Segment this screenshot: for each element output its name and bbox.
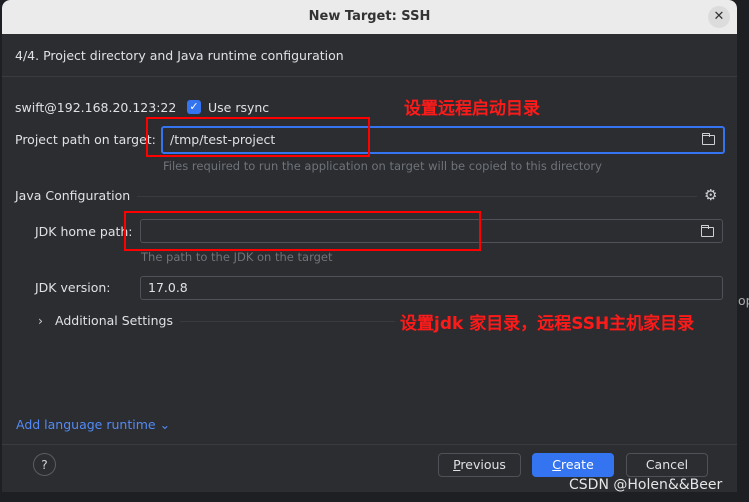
annotation-box-project xyxy=(146,117,370,157)
use-rsync-label: Use rsync xyxy=(208,100,270,115)
add-language-runtime-link[interactable]: Add language runtime ⌄ xyxy=(16,417,170,432)
divider xyxy=(2,444,737,445)
cancel-button[interactable]: Cancel xyxy=(626,453,708,477)
annotation-project: 设置远程启动目录 xyxy=(404,99,540,119)
ssh-host: swift@192.168.20.123:22 xyxy=(15,100,177,115)
jdk-home-hint: The path to the JDK on the target xyxy=(141,250,333,264)
add-runtime-label: Add language runtime xyxy=(16,417,156,432)
gear-icon[interactable]: ⚙ xyxy=(704,186,717,204)
create-label: reate xyxy=(560,457,594,472)
jdk-home-label: JDK home path: xyxy=(35,224,133,239)
previous-label: revious xyxy=(460,457,506,472)
folder-icon[interactable] xyxy=(702,133,715,145)
dialog-title: New Target: SSH xyxy=(308,9,431,24)
annotation-box-jdk xyxy=(124,211,481,251)
divider xyxy=(2,76,737,77)
jdk-version-input[interactable]: 17.0.8 xyxy=(140,276,723,300)
chevron-down-icon: ⌄ xyxy=(159,417,171,432)
chevron-right-icon[interactable]: › xyxy=(38,313,43,328)
java-section-title: Java Configuration xyxy=(15,188,131,203)
annotation-jdk: 设置jdk 家目录，远程SSH主机家目录 xyxy=(400,314,695,334)
previous-button[interactable]: Previous xyxy=(438,453,521,477)
additional-settings-toggle[interactable]: Additional Settings xyxy=(55,313,173,328)
divider xyxy=(180,321,395,322)
watermark: CSDN @Holen&&Beer xyxy=(569,477,723,493)
mnemonic: C xyxy=(552,457,561,472)
close-icon[interactable]: ✕ xyxy=(708,6,730,28)
jdk-version-label: JDK version: xyxy=(35,280,111,295)
divider xyxy=(137,196,697,197)
background-text: op xyxy=(738,293,749,308)
create-button[interactable]: Create xyxy=(532,453,614,477)
step-heading: 4/4. Project directory and Java runtime … xyxy=(15,48,344,63)
jdk-version-value: 17.0.8 xyxy=(148,280,188,295)
project-path-hint: Files required to run the application on… xyxy=(163,159,602,173)
use-rsync-checkbox[interactable]: ✓ xyxy=(187,100,201,114)
folder-icon[interactable] xyxy=(701,225,714,237)
project-path-label: Project path on target: xyxy=(15,132,156,147)
title-bar: New Target: SSH ✕ xyxy=(2,0,737,34)
help-button[interactable]: ? xyxy=(33,453,56,476)
